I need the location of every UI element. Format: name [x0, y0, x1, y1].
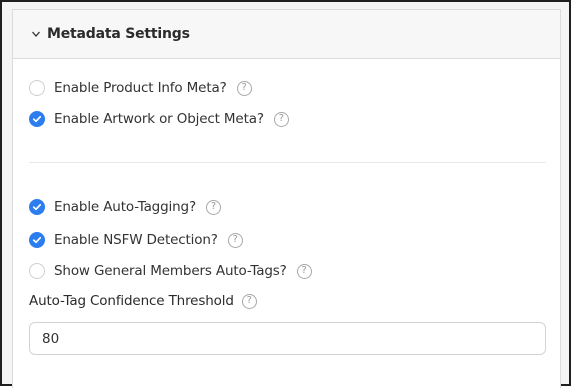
- section-header[interactable]: Metadata Settings: [13, 10, 560, 59]
- chevron-down-icon[interactable]: [32, 30, 40, 38]
- threshold-label-row: Auto-Tag Confidence Threshold ?: [29, 291, 257, 311]
- radio-unchecked-icon[interactable]: [29, 263, 45, 279]
- option-artwork-object-meta[interactable]: Enable Artwork or Object Meta? ?: [29, 109, 289, 129]
- option-auto-tagging[interactable]: Enable Auto-Tagging? ?: [29, 197, 221, 217]
- option-label: Enable NSFW Detection?: [54, 232, 218, 248]
- option-label: Enable Auto-Tagging?: [54, 199, 196, 215]
- help-icon[interactable]: ?: [273, 111, 289, 127]
- radio-unchecked-icon[interactable]: [29, 80, 45, 96]
- help-icon[interactable]: ?: [205, 199, 221, 215]
- help-icon[interactable]: ?: [236, 80, 252, 96]
- option-label: Enable Product Info Meta?: [54, 80, 227, 96]
- section-divider: [29, 162, 546, 163]
- option-label: Show General Members Auto-Tags?: [54, 263, 287, 279]
- metadata-settings-panel: Metadata Settings Enable Product Info Me…: [12, 9, 561, 388]
- help-icon[interactable]: ?: [227, 232, 243, 248]
- threshold-input[interactable]: 80: [29, 322, 546, 355]
- section-title: Metadata Settings: [47, 26, 190, 42]
- help-icon[interactable]: ?: [241, 293, 257, 309]
- option-nsfw-detection[interactable]: Enable NSFW Detection? ?: [29, 230, 243, 250]
- help-icon[interactable]: ?: [296, 263, 312, 279]
- option-general-members-auto-tags[interactable]: Show General Members Auto-Tags? ?: [29, 261, 312, 281]
- option-product-info-meta[interactable]: Enable Product Info Meta? ?: [29, 78, 252, 98]
- option-label: Enable Artwork or Object Meta?: [54, 111, 264, 127]
- checkmark-checked-icon[interactable]: [29, 199, 45, 215]
- checkmark-checked-icon[interactable]: [29, 111, 45, 127]
- threshold-label: Auto-Tag Confidence Threshold: [29, 293, 234, 309]
- checkmark-checked-icon[interactable]: [29, 232, 45, 248]
- window-frame: Metadata Settings Enable Product Info Me…: [0, 0, 571, 388]
